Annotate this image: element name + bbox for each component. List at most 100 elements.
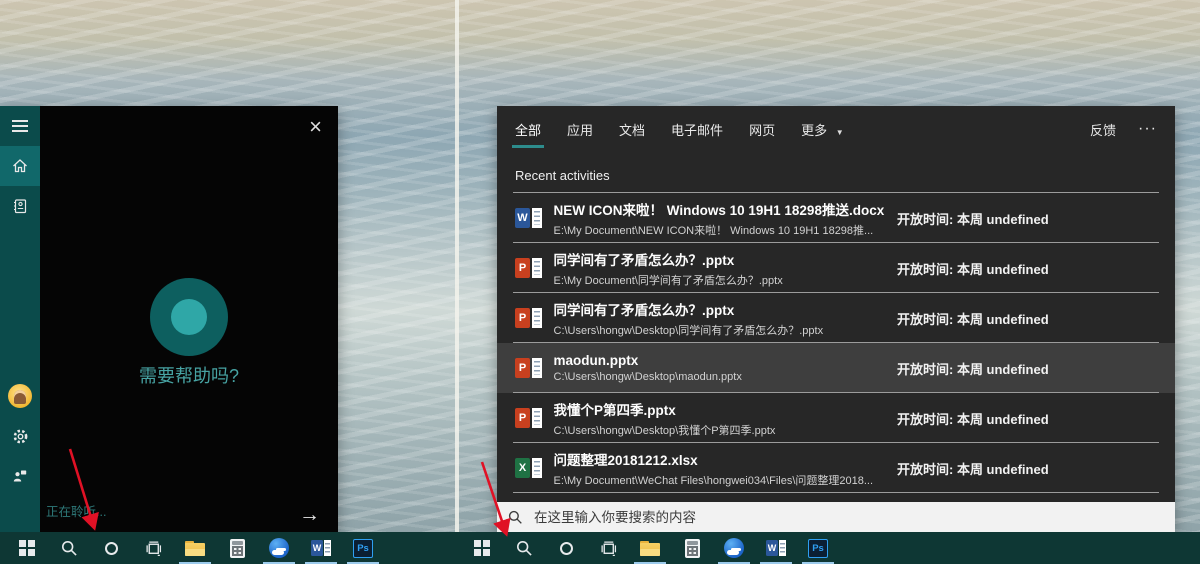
folder-icon <box>640 540 660 556</box>
feedback-button[interactable] <box>0 456 40 496</box>
task-view-button[interactable] <box>594 532 622 564</box>
file-open-time: 开放时间: 本周 undefined <box>897 361 1049 377</box>
settings-button[interactable] <box>0 416 40 456</box>
gear-icon <box>13 429 27 443</box>
screenshot-divider <box>455 0 459 564</box>
cortana-window: × 需要帮助吗? 正在聆听... → <box>0 106 338 532</box>
task-view-icon <box>600 540 616 556</box>
start-button[interactable] <box>13 532 41 564</box>
calculator-button[interactable] <box>223 532 251 564</box>
app-letter: X <box>515 458 530 478</box>
taskbar-cortana-button[interactable] <box>97 532 125 564</box>
file-explorer-button[interactable] <box>634 532 666 564</box>
app-letter: W <box>515 208 530 228</box>
file-info: 同学间有了矛盾怎么办？.pptx E:\My Document\同学间有了矛盾怎… <box>554 249 886 288</box>
tab-apps[interactable]: 应用 <box>567 120 593 139</box>
chevron-down-icon: ▼ <box>835 127 844 137</box>
app-letter: P <box>515 308 530 328</box>
document-page-icon <box>531 358 542 378</box>
recent-file-row-1[interactable]: W NEW ICON来啦！ Windows 10 19H1 18298推送.do… <box>497 193 1175 243</box>
file-open-time: 开放时间: 本周 undefined <box>897 411 1049 427</box>
sidebar-item-notebook[interactable] <box>0 186 40 226</box>
file-open-time: 开放时间: 本周 undefined <box>897 211 1049 227</box>
task-view-button[interactable] <box>139 532 167 564</box>
quark-browser-icon <box>724 538 744 558</box>
sidebar-spacer <box>0 226 40 376</box>
submit-arrow-button[interactable]: → <box>293 502 326 528</box>
avatar <box>8 384 32 408</box>
document-page-icon <box>531 258 542 278</box>
recent-file-row-2[interactable]: P 同学间有了矛盾怎么办？.pptx E:\My Document\同学间有了矛… <box>497 243 1175 293</box>
file-title: 同学间有了矛盾怎么办？.pptx <box>553 302 735 318</box>
photoshop-icon: Ps <box>808 538 828 558</box>
windows-logo-icon <box>19 540 35 556</box>
file-title: 我懂个P第四季.pptx <box>553 402 676 418</box>
folder-icon <box>185 540 205 556</box>
search-icon <box>508 510 522 524</box>
close-button[interactable]: × <box>305 114 326 140</box>
quark-browser-button[interactable] <box>718 532 750 564</box>
start-button[interactable] <box>468 532 496 564</box>
file-open-time: 开放时间: 本周 undefined <box>897 461 1049 477</box>
recent-file-row-3[interactable]: P 同学间有了矛盾怎么办？.pptx C:\Users\hongw\Deskto… <box>497 293 1175 343</box>
app-letter: P <box>515 258 530 278</box>
taskbar: W Ps W Ps <box>0 532 1200 564</box>
document-page-icon <box>531 208 542 228</box>
taskbar-search-button[interactable] <box>510 532 538 564</box>
tab-more-label: 更多 <box>801 122 828 138</box>
tab-all[interactable]: 全部 <box>511 120 545 148</box>
recent-file-row-6[interactable]: X 问题整理20181212.xlsx E:\My Document\WeCha… <box>497 443 1175 493</box>
cortana-listening-circle <box>150 278 228 356</box>
search-icon <box>61 540 77 556</box>
file-path: C:\Users\hongw\Desktop\maodun.pptx <box>553 371 742 383</box>
overflow-menu-icon[interactable]: ··· <box>1138 121 1157 137</box>
tab-web[interactable]: 网页 <box>749 120 775 139</box>
home-icon <box>13 159 27 173</box>
hamburger-menu-button[interactable] <box>0 106 40 146</box>
photoshop-icon: Ps <box>353 538 373 558</box>
user-avatar-button[interactable] <box>0 376 40 416</box>
tabs-right-group: 反馈 ··· <box>1090 120 1157 139</box>
photoshop-button[interactable]: Ps <box>347 532 379 564</box>
sidebar-item-home[interactable] <box>0 146 40 186</box>
taskbar-search-button[interactable] <box>55 532 83 564</box>
file-info: maodun.pptx C:\Users\hongw\Desktop\maodu… <box>554 353 886 383</box>
word-button[interactable]: W <box>760 532 792 564</box>
file-explorer-button[interactable] <box>179 532 211 564</box>
cortana-prompt-text: 需要帮助吗? <box>138 366 239 386</box>
feedback-person-icon <box>13 470 27 482</box>
windows-logo-icon <box>474 540 490 556</box>
powerpoint-file-icon: P <box>515 308 542 328</box>
recent-activities-heading: Recent activities <box>515 168 610 183</box>
document-page-icon <box>531 458 542 478</box>
desktop-screenshot: × 需要帮助吗? 正在聆听... → 全部 应用 文档 电子邮件 网页 更多 ▼… <box>0 0 1200 564</box>
powerpoint-file-icon: P <box>515 408 542 428</box>
file-info: 同学间有了矛盾怎么办？.pptx C:\Users\hongw\Desktop\… <box>554 299 886 338</box>
photoshop-button[interactable]: Ps <box>802 532 834 564</box>
search-window: 全部 应用 文档 电子邮件 网页 更多 ▼ 反馈 ··· Recent acti… <box>497 106 1175 532</box>
tab-email[interactable]: 电子邮件 <box>671 120 723 139</box>
search-icon <box>516 540 532 556</box>
tab-more[interactable]: 更多 ▼ <box>801 120 844 139</box>
calculator-icon <box>229 538 245 558</box>
recent-file-row-5[interactable]: P 我懂个P第四季.pptx C:\Users\hongw\Desktop\我懂… <box>497 393 1175 443</box>
search-input[interactable] <box>532 508 1164 526</box>
file-title: 同学间有了矛盾怎么办？.pptx <box>553 252 735 268</box>
hamburger-icon <box>12 120 28 132</box>
word-file-icon: W <box>515 208 542 228</box>
file-info: 问题整理20181212.xlsx E:\My Document\WeChat … <box>554 449 886 488</box>
quark-browser-button[interactable] <box>263 532 295 564</box>
feedback-link[interactable]: 反馈 <box>1090 120 1116 139</box>
powerpoint-file-icon: P <box>515 358 542 378</box>
calculator-button[interactable] <box>678 532 706 564</box>
notebook-icon <box>14 199 27 214</box>
file-path: E:\My Document\同学间有了矛盾怎么办？.pptx <box>553 274 783 287</box>
word-button[interactable]: W <box>305 532 337 564</box>
file-title: NEW ICON来啦！ Windows 10 19H1 18298推送.docx <box>553 202 885 218</box>
tab-documents[interactable]: 文档 <box>619 120 645 139</box>
recent-file-row-4[interactable]: P maodun.pptx C:\Users\hongw\Desktop\mao… <box>497 343 1175 393</box>
word-icon: W <box>766 540 786 556</box>
cortana-circle-core <box>171 299 207 335</box>
cortana-main-area: × 需要帮助吗? 正在聆听... → <box>40 106 338 532</box>
taskbar-cortana-button[interactable] <box>552 532 580 564</box>
